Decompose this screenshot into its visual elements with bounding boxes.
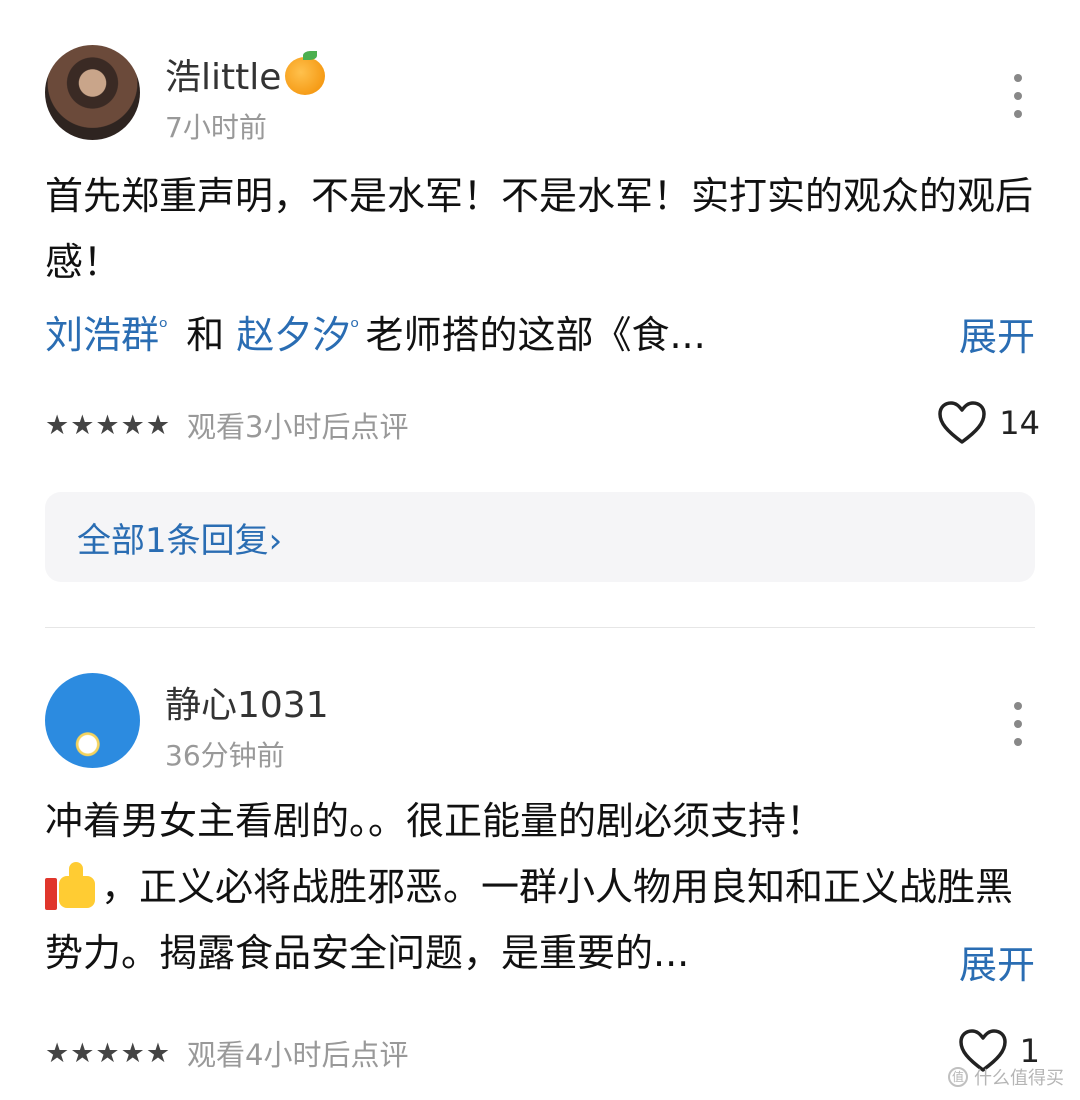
view-replies-button[interactable]: 全部1条回复›	[45, 492, 1035, 582]
watch-note: 观看4小时后点评	[187, 1038, 409, 1072]
rating-row: ★★★★★ 观看4小时后点评	[45, 1032, 408, 1074]
watermark: 值 什么值得买	[948, 1064, 1064, 1090]
comment-text-line: 首先郑重声明，不是水军！不是水军！实打实的观众的观后感！	[45, 174, 1034, 284]
timestamp: 7小时前	[165, 111, 267, 144]
comment-text: 首先郑重声明，不是水军！不是水军！实打实的观众的观后感！ 刘浩群ᵒ 和 赵夕汐ᵒ…	[45, 163, 1045, 368]
comment-text-truncated: ，正义必将战胜邪恶。一群小人物用良知和正义战胜黑势力。揭露食品安全问题，是重要的…	[45, 865, 1014, 975]
username[interactable]: 静心1031	[165, 676, 329, 728]
comment-text-line: 冲着男女主看剧的。。很正能量的剧必须支持！	[45, 799, 825, 843]
expand-button[interactable]: 展开	[959, 306, 1035, 361]
comment-card-2: 静心1031 36分钟前 冲着男女主看剧的。。很正能量的剧必须支持！ ，正义必将…	[0, 628, 1080, 1100]
comment-text-truncated: 老师搭的这部《食...	[365, 313, 706, 357]
thumbs-up-icon	[45, 862, 97, 910]
avatar[interactable]	[45, 673, 140, 768]
username-text[interactable]: 浩little	[165, 57, 281, 98]
comment-text: 冲着男女主看剧的。。很正能量的剧必须支持！ ，正义必将战胜邪恶。一群小人物用良知…	[45, 788, 1045, 986]
like-count: 14	[999, 404, 1040, 442]
heart-icon[interactable]	[937, 400, 987, 446]
connector-text: 和	[186, 313, 225, 357]
search-icon: ᵒ	[159, 315, 169, 340]
star-rating: ★★★★★	[45, 409, 172, 441]
avatar[interactable]	[45, 45, 140, 140]
timestamp: 36分钟前	[165, 739, 285, 772]
rating-row: ★★★★★ 观看3小时后点评	[45, 404, 408, 446]
orange-emoji-icon	[285, 51, 326, 95]
mention-link[interactable]: 刘浩群	[45, 313, 159, 357]
like-button[interactable]: 14	[937, 400, 1040, 446]
watermark-logo-icon: 值	[948, 1067, 968, 1087]
search-icon: ᵒ	[350, 315, 360, 340]
more-icon[interactable]	[1014, 702, 1022, 746]
watermark-text: 什么值得买	[974, 1068, 1064, 1089]
expand-button[interactable]: 展开	[959, 934, 1035, 989]
username[interactable]: 浩little	[165, 48, 326, 100]
more-icon[interactable]	[1014, 74, 1022, 118]
star-rating: ★★★★★	[45, 1037, 172, 1069]
watch-note: 观看3小时后点评	[187, 410, 409, 444]
view-replies-label[interactable]: 全部1条回复›	[77, 513, 282, 562]
mention-link[interactable]: 赵夕汐	[236, 313, 350, 357]
comment-card-1: 浩little 7小时前 首先郑重声明，不是水军！不是水军！实打实的观众的观后感…	[0, 0, 1080, 628]
